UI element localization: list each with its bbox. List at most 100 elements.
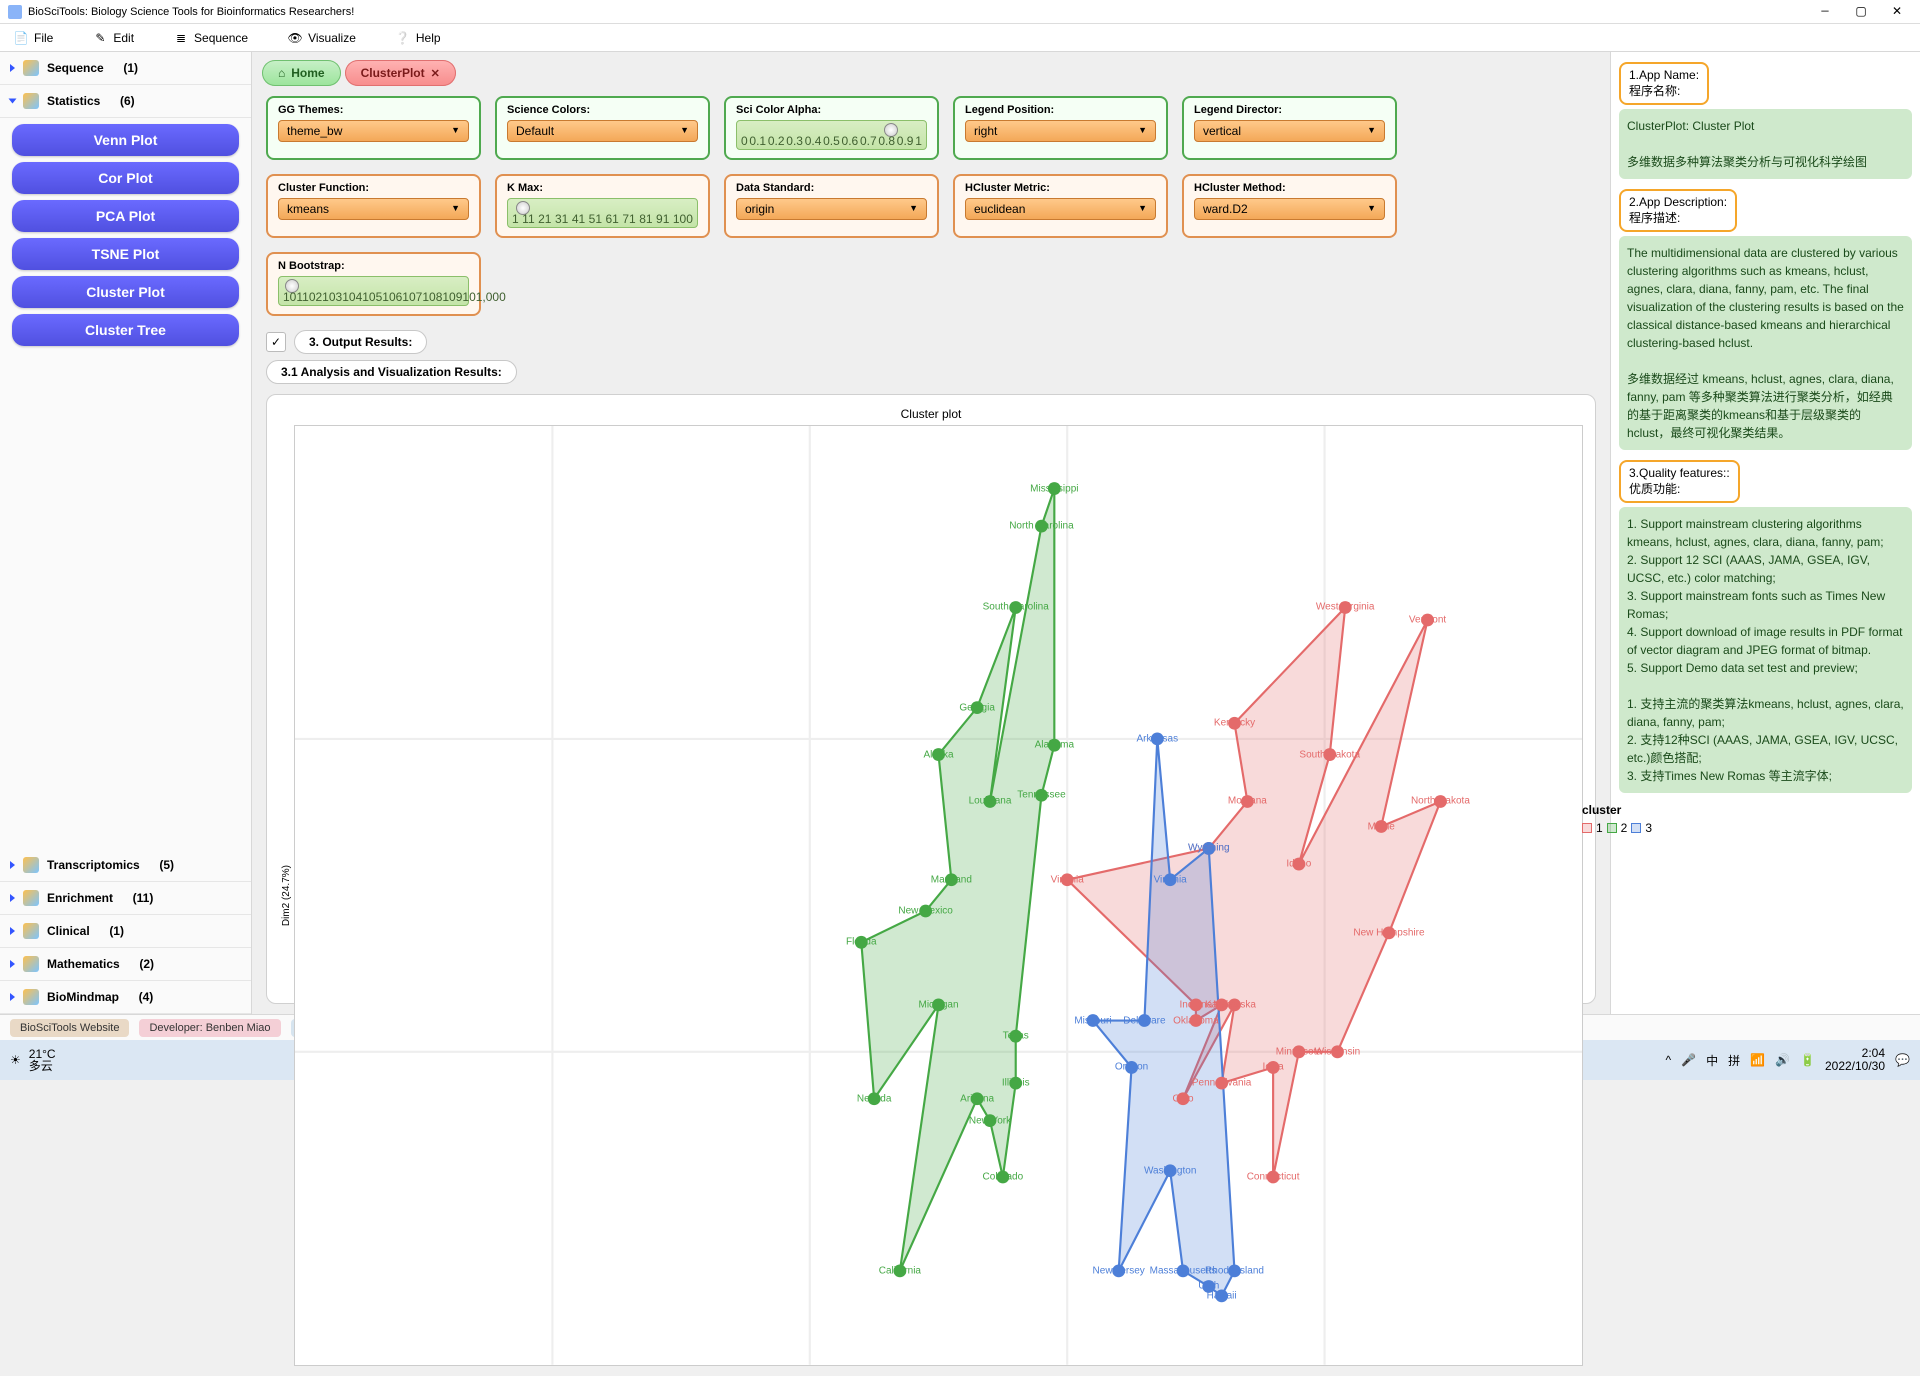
category-icon: [23, 890, 39, 906]
close-button[interactable]: ✕: [1882, 4, 1912, 19]
sidebar-left: Sequence (1) Statistics (6) Venn Plot Co…: [0, 52, 252, 1014]
category-icon: [23, 93, 39, 109]
select-legend-position[interactable]: right: [965, 120, 1156, 142]
app-icon: [8, 5, 22, 19]
menu-file[interactable]: 📄File: [14, 31, 53, 45]
tool-cor-plot[interactable]: Cor Plot: [12, 162, 239, 194]
param-sci-alpha: Sci Color Alpha: 00.10.20.30.40.50.60.70…: [724, 96, 939, 160]
sidebar-item-enrichment[interactable]: Enrichment (11): [0, 882, 251, 915]
tool-tsne-plot[interactable]: TSNE Plot: [12, 238, 239, 270]
tray-ime-icon[interactable]: 中: [1706, 1052, 1718, 1069]
tab-close-icon[interactable]: ✕: [431, 67, 440, 80]
window-title: BioSciTools: Biology Science Tools for B…: [28, 6, 354, 18]
menu-sequence[interactable]: ≣Sequence: [174, 31, 248, 45]
param-data-standard: Data Standard:origin: [724, 174, 939, 238]
plot-legend: cluster 123: [1582, 801, 1652, 839]
menu-help[interactable]: ❔Help: [396, 31, 441, 45]
sidebar-item-sequence[interactable]: Sequence (1): [0, 52, 251, 85]
edit-icon: ✎: [93, 31, 107, 45]
category-icon: [23, 956, 39, 972]
slider-sci-alpha[interactable]: 00.10.20.30.40.50.60.70.80.91: [736, 120, 927, 150]
param-hcluster-method: HCluster Method:ward.D2: [1182, 174, 1397, 238]
param-cluster-function: Cluster Function:kmeans: [266, 174, 481, 238]
help-icon: ❔: [396, 31, 410, 45]
parameter-panel: GG Themes:theme_bw Science Colors:Defaul…: [252, 86, 1610, 326]
category-icon: [23, 923, 39, 939]
info-body-features: 1. Support mainstream clustering algorit…: [1619, 507, 1912, 793]
output-toggle[interactable]: ✓: [266, 332, 286, 352]
category-icon: [23, 989, 39, 1005]
file-icon: 📄: [14, 31, 28, 45]
sidebar-item-statistics[interactable]: Statistics (6): [0, 85, 251, 118]
chevron-right-icon: [10, 861, 15, 869]
sidebar-item-biomindmap[interactable]: BioMindmap (4): [0, 981, 251, 1014]
taskbar-clock[interactable]: 2:04 2022/10/30: [1825, 1047, 1885, 1073]
tray-volume-icon[interactable]: 🔊: [1775, 1053, 1790, 1067]
menu-visualize[interactable]: 👁Visualize: [288, 31, 356, 45]
sidebar-item-transcriptomics[interactable]: Transcriptomics (5): [0, 849, 251, 882]
info-head-features: 3.Quality features:: 优质功能:: [1619, 460, 1740, 503]
chevron-right-icon: [10, 894, 15, 902]
link-developer[interactable]: Developer: Benben Miao: [139, 1019, 280, 1037]
sequence-icon: ≣: [174, 31, 188, 45]
param-legend-director: Legend Director:vertical: [1182, 96, 1397, 160]
output-results-label: 3. Output Results:: [294, 330, 427, 354]
info-head-desc: 2.App Description: 程序描述:: [1619, 189, 1737, 232]
visualize-icon: 👁: [288, 31, 302, 45]
tool-venn-plot[interactable]: Venn Plot: [12, 124, 239, 156]
menu-edit[interactable]: ✎Edit: [93, 31, 134, 45]
info-body-appname: ClusterPlot: Cluster Plot 多维数据多种算法聚类分析与可…: [1619, 109, 1912, 179]
tray-wifi-icon[interactable]: 📶: [1750, 1053, 1765, 1067]
param-gg-themes: GG Themes:theme_bw: [266, 96, 481, 160]
output-sub-label: 3.1 Analysis and Visualization Results:: [266, 360, 517, 384]
tray-notification-icon[interactable]: 💬: [1895, 1053, 1910, 1067]
chevron-right-icon: [10, 993, 15, 1001]
tray-battery-icon[interactable]: 🔋: [1800, 1053, 1815, 1067]
sidebar-item-mathematics[interactable]: Mathematics (2): [0, 948, 251, 981]
tool-cluster-plot[interactable]: Cluster Plot: [12, 276, 239, 308]
tray-pinyin-icon[interactable]: 拼: [1728, 1052, 1740, 1069]
titlebar: BioSciTools: Biology Science Tools for B…: [0, 0, 1920, 24]
main-content: ⌂Home ClusterPlot✕ GG Themes:theme_bw Sc…: [252, 52, 1610, 1014]
tab-clusterplot[interactable]: ClusterPlot✕: [345, 60, 456, 86]
tool-cluster-tree[interactable]: Cluster Tree: [12, 314, 239, 346]
select-gg-themes[interactable]: theme_bw: [278, 120, 469, 142]
select-data-standard[interactable]: origin: [736, 198, 927, 220]
slider-nbootstrap[interactable]: 101102103104105106107108109101,000: [278, 276, 469, 306]
weather-desc: 多云: [29, 1060, 56, 1072]
tray-chevron-icon[interactable]: ^: [1665, 1053, 1671, 1067]
info-head-appname: 1.App Name: 程序名称:: [1619, 62, 1709, 105]
cluster-plot: West VirginiaVirginiaVermontKentuckySout…: [294, 425, 1583, 1366]
info-body-desc: The multidimensional data are clustered …: [1619, 236, 1912, 450]
link-website[interactable]: BioSciTools Website: [10, 1019, 129, 1037]
chevron-right-icon: [10, 960, 15, 968]
plot-panel: Cluster plot Dim2 (24.7%) West VirginiaV…: [266, 394, 1596, 1004]
statistics-tools-list: Venn Plot Cor Plot PCA Plot TSNE Plot Cl…: [0, 118, 251, 352]
minimize-button[interactable]: —: [1810, 4, 1840, 19]
tray-mic-icon[interactable]: 🎤: [1681, 1053, 1696, 1067]
menubar: 📄File ✎Edit ≣Sequence 👁Visualize ❔Help: [0, 24, 1920, 52]
tab-home[interactable]: ⌂Home: [262, 60, 341, 86]
param-legend-position: Legend Position:right: [953, 96, 1168, 160]
chevron-right-icon: [10, 927, 15, 935]
select-hcluster-metric[interactable]: euclidean: [965, 198, 1156, 220]
select-cluster-function[interactable]: kmeans: [278, 198, 469, 220]
maximize-button[interactable]: ▢: [1846, 4, 1876, 19]
select-hcluster-method[interactable]: ward.D2: [1194, 198, 1385, 220]
tool-pca-plot[interactable]: PCA Plot: [12, 200, 239, 232]
plot-ylabel: Dim2 (24.7%): [279, 865, 294, 926]
category-icon: [23, 857, 39, 873]
select-science-colors[interactable]: Default: [507, 120, 698, 142]
slider-kmax[interactable]: 1112131415161718191100: [507, 198, 698, 228]
param-kmax: K Max: 1112131415161718191100: [495, 174, 710, 238]
info-panel: 1.App Name: 程序名称: ClusterPlot: Cluster P…: [1610, 52, 1920, 1014]
home-icon: ⌂: [278, 66, 285, 80]
sidebar-item-clinical[interactable]: Clinical (1): [0, 915, 251, 948]
category-icon: [23, 60, 39, 76]
weather-icon[interactable]: ☀: [10, 1053, 21, 1067]
param-n-bootstrap: N Bootstrap: 101102103104105106107108109…: [266, 252, 481, 316]
select-legend-director[interactable]: vertical: [1194, 120, 1385, 142]
chevron-down-icon: [9, 99, 17, 104]
plot-title: Cluster plot: [279, 407, 1583, 421]
param-hcluster-metric: HCluster Metric:euclidean: [953, 174, 1168, 238]
